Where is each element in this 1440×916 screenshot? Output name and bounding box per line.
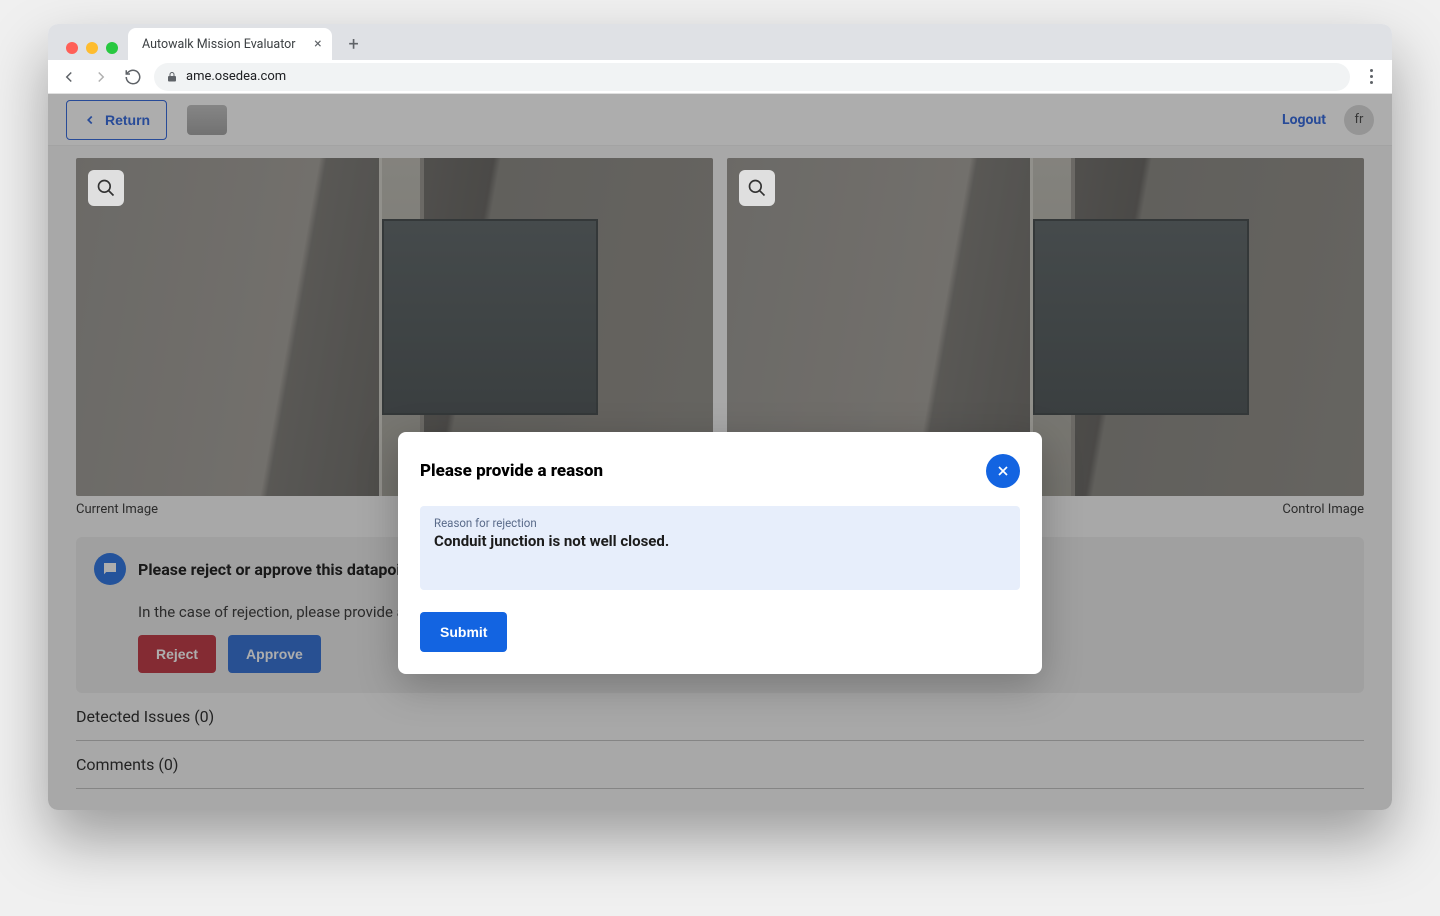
tab-title: Autowalk Mission Evaluator — [142, 37, 296, 52]
tab-strip: Autowalk Mission Evaluator × + — [48, 24, 1392, 60]
new-tab-button[interactable]: + — [340, 30, 368, 58]
maximize-window-icon[interactable] — [106, 42, 118, 54]
address-bar[interactable]: ame.osedea.com — [154, 63, 1350, 91]
reason-modal: Please provide a reason Reason for rejec… — [398, 432, 1042, 674]
modal-close-button[interactable] — [986, 454, 1020, 488]
url-text: ame.osedea.com — [186, 69, 286, 84]
window-controls — [60, 42, 128, 60]
browser-chrome: Autowalk Mission Evaluator × + ame.osede… — [48, 24, 1392, 94]
search-icon — [96, 178, 116, 198]
modal-title: Please provide a reason — [420, 461, 603, 481]
minimize-window-icon[interactable] — [86, 42, 98, 54]
rejection-reason-input[interactable]: Conduit junction is not well closed. — [434, 532, 1006, 550]
reload-icon[interactable] — [122, 66, 144, 88]
browser-tab[interactable]: Autowalk Mission Evaluator × — [128, 28, 332, 60]
app-viewport: Return Logout fr Cur — [48, 94, 1392, 810]
close-tab-icon[interactable]: × — [314, 36, 321, 52]
rejection-reason-field[interactable]: Reason for rejection Conduit junction is… — [420, 506, 1020, 590]
back-icon[interactable] — [58, 66, 80, 88]
submit-button[interactable]: Submit — [420, 612, 507, 652]
search-icon — [747, 178, 767, 198]
zoom-button-right[interactable] — [739, 170, 775, 206]
close-window-icon[interactable] — [66, 42, 78, 54]
field-label: Reason for rejection — [434, 516, 1006, 530]
zoom-button-left[interactable] — [88, 170, 124, 206]
browser-menu-icon[interactable] — [1360, 69, 1382, 84]
browser-window: Autowalk Mission Evaluator × + ame.osede… — [48, 24, 1392, 810]
address-bar-row: ame.osedea.com — [48, 60, 1392, 94]
lock-icon — [166, 71, 178, 83]
forward-icon[interactable] — [90, 66, 112, 88]
close-icon — [995, 463, 1011, 479]
